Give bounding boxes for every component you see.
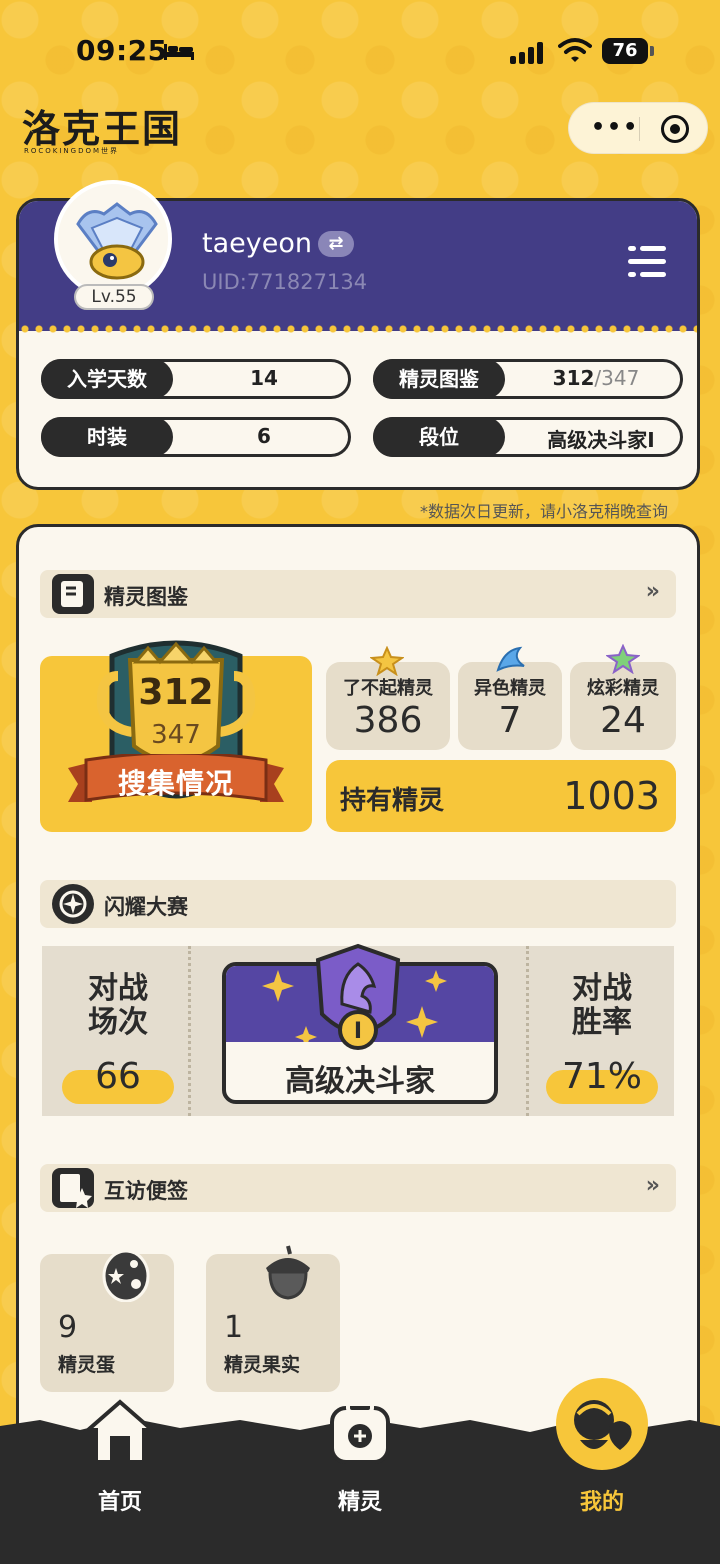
stat-pokedex: 精灵图鉴 312/347	[373, 359, 683, 399]
username: taeyeon	[202, 228, 312, 259]
menu-icon[interactable]	[628, 246, 666, 278]
spirit-egg-icon	[102, 1249, 150, 1302]
section-title: 闪耀大赛	[104, 895, 188, 919]
shiny-wave-icon	[496, 646, 525, 672]
rank-title: 高级决斗家	[285, 1064, 435, 1099]
note-label: 精灵果实	[224, 1354, 301, 1376]
nav-mine-button[interactable]	[550, 1378, 654, 1470]
cellular-signal-icon	[510, 40, 548, 64]
owned-value: 1003	[563, 774, 660, 818]
compass-emblem-icon	[52, 884, 94, 924]
chevron-right-icon[interactable]: »	[646, 1173, 660, 1198]
battles-label: 对战 场次	[88, 971, 148, 1040]
winrate-label: 对战 胜率	[572, 971, 632, 1040]
status-time: 09:25	[76, 34, 168, 67]
battery-indicator: 76	[602, 38, 648, 64]
stat-outfits: 时装 6	[41, 417, 351, 457]
section-title: 精灵图鉴	[104, 585, 188, 609]
stat-value: 312/347	[552, 366, 640, 390]
owned-spirits-box[interactable]: 持有精灵 1003	[326, 760, 676, 832]
card-value: 24	[600, 700, 646, 741]
winrate-value: 71%	[561, 1056, 642, 1097]
stat-rank: 段位 高级决斗家Ⅰ	[373, 417, 683, 457]
app-logo-subtitle: ROCOKINGDOM世界	[24, 147, 120, 155]
rank-numeral: Ⅰ	[354, 1019, 362, 1044]
battles-value: 66	[95, 1056, 141, 1097]
card-label: 炫彩精灵	[587, 678, 659, 699]
stat-label: 段位	[373, 417, 505, 457]
wifi-icon	[558, 38, 592, 62]
collected-count: 312	[138, 672, 214, 713]
note-value: 1	[224, 1310, 244, 1345]
stat-value: 14	[250, 366, 278, 390]
note-star-icon	[52, 1168, 94, 1208]
card-label: 了不起精灵	[343, 678, 433, 699]
card-value: 7	[498, 700, 522, 741]
note-value: 9	[58, 1310, 78, 1345]
nav-spirits-button[interactable]	[322, 1396, 398, 1468]
nav-label-mine[interactable]: 我的	[542, 1484, 662, 1516]
miniprogram-capsule: •••	[568, 102, 708, 154]
home-icon	[82, 1399, 158, 1464]
card-label: 异色精灵	[474, 678, 546, 699]
close-miniprogram-icon[interactable]	[661, 115, 689, 143]
profile-character-icon	[556, 1378, 648, 1470]
app-logo: 洛克王国	[22, 107, 183, 151]
avatar[interactable]	[54, 180, 172, 298]
level-badge: Lv.55	[74, 284, 154, 310]
capsule-divider	[639, 117, 640, 141]
dragon-shield-badge-icon: Ⅰ	[315, 943, 401, 1050]
update-notice: *数据次日更新，请小洛克稍晚查询	[420, 502, 669, 521]
chevron-right-icon[interactable]: »	[646, 579, 660, 604]
nav-home-button[interactable]	[82, 1396, 158, 1468]
stat-value: 高级决斗家Ⅰ	[547, 428, 655, 452]
stat-label: 精灵图鉴	[373, 359, 505, 399]
nav-label-spirits[interactable]: 精灵	[300, 1484, 420, 1516]
battery-cap	[650, 46, 654, 56]
more-options-icon[interactable]: •••	[591, 115, 639, 140]
user-id: UID:771827134	[202, 270, 368, 294]
total-count: 347	[151, 720, 201, 750]
section-pokedex-header[interactable]: 精灵图鉴 »	[40, 570, 676, 618]
note-label: 精灵蛋	[58, 1354, 116, 1376]
backpack-icon	[330, 1398, 390, 1464]
card-value: 386	[353, 700, 423, 741]
acorn-fruit-icon	[266, 1245, 310, 1300]
stat-label: 入学天数	[41, 359, 173, 399]
nav-label-home[interactable]: 首页	[60, 1484, 180, 1516]
stat-label: 时装	[41, 417, 173, 457]
star-icon	[370, 646, 404, 676]
switch-account-button[interactable]: ⇄	[318, 231, 354, 257]
bed-icon	[164, 44, 194, 60]
section-title: 互访便签	[104, 1179, 188, 1203]
section-notes-header[interactable]: 互访便签 »	[40, 1164, 676, 1212]
book-icon	[52, 574, 94, 614]
collection-ribbon-label: 搜集情况	[117, 767, 234, 800]
stat-value: 6	[257, 424, 271, 448]
section-contest-header: 闪耀大赛	[40, 880, 676, 928]
colorful-spirits-card[interactable]: 炫彩精灵 24	[570, 662, 676, 750]
rainbow-star-icon	[606, 644, 640, 674]
stat-enrollment-days: 入学天数 14	[41, 359, 351, 399]
owned-label: 持有精灵	[340, 786, 445, 816]
